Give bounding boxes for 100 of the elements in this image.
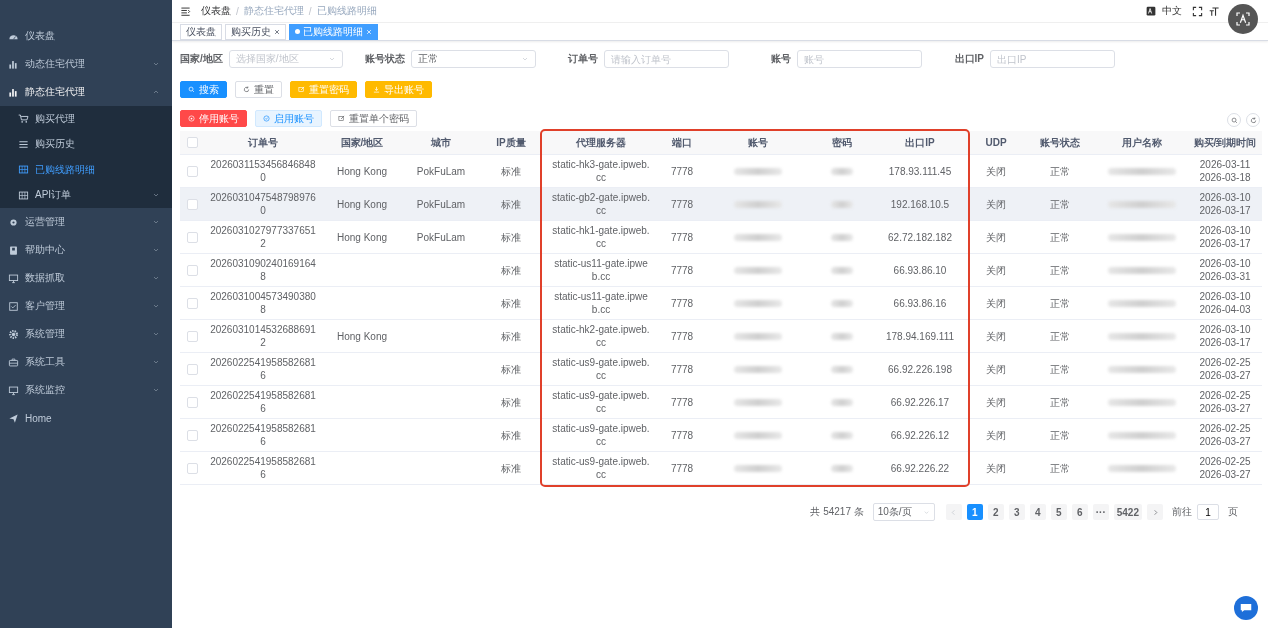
menu-item[interactable]: 系统管理 bbox=[0, 320, 172, 348]
page-button[interactable]: 3 bbox=[1008, 504, 1025, 520]
blurred-text bbox=[1108, 465, 1176, 473]
page-button[interactable]: 6 bbox=[1071, 504, 1088, 520]
breadcrumb[interactable]: 仪表盘 bbox=[201, 4, 231, 18]
blurred-text bbox=[831, 267, 853, 275]
table-row[interactable]: 20260310279773376512 Hong Kong PokFuLam 标准 static-hk1-gate.ipweb.cc 7778 62.72.182.182 关闭 正常 2026-03-10 2026-03-17 bbox=[180, 220, 1262, 254]
submenu-item[interactable]: 购买代理 bbox=[0, 106, 172, 132]
page-button[interactable]: 5 bbox=[1050, 504, 1067, 520]
page-input[interactable]: 1 bbox=[1197, 504, 1219, 520]
table-cell: 20260225419585826816 bbox=[209, 356, 317, 382]
table-cell: 20260225419585826816 bbox=[209, 422, 317, 448]
menu-icon[interactable] bbox=[180, 5, 191, 17]
table-cell: 20260311534568468480 bbox=[209, 158, 317, 184]
checkbox[interactable] bbox=[186, 265, 198, 277]
submenu-item[interactable]: API订单 bbox=[0, 182, 172, 208]
table-row[interactable]: 20260310045734903808 标准 static-us11-gate.ipweb.cc 7778 66.93.86.16 关闭 正常 2026-03-10 2026-04-03 bbox=[180, 286, 1262, 320]
checkbox[interactable] bbox=[186, 298, 198, 310]
table-cell: 7778 bbox=[670, 230, 694, 244]
chevron-icon bbox=[152, 218, 160, 226]
page-size-select[interactable]: 10条/页 bbox=[872, 503, 935, 521]
select-field[interactable]: 正常 bbox=[411, 50, 536, 68]
table-cell: 关闭 bbox=[986, 164, 1006, 178]
table-cell: 关闭 bbox=[986, 428, 1006, 442]
menu-item[interactable]: 数据抓取 bbox=[0, 264, 172, 292]
page-tab[interactable]: 仪表盘 bbox=[180, 23, 222, 40]
table-cell-text: static-us9-gate.ipweb.cc bbox=[551, 422, 651, 448]
blurred-text bbox=[831, 366, 853, 374]
page-button[interactable]: 2 bbox=[987, 504, 1004, 520]
close-icon[interactable] bbox=[274, 28, 280, 35]
chat-icon[interactable] bbox=[1234, 596, 1258, 620]
page-button[interactable]: 5422 bbox=[1113, 504, 1142, 520]
font-size-icon[interactable] bbox=[1209, 5, 1220, 17]
table-row[interactable]: 20260225419585826816 标准 static-us9-gate.ipweb.cc 7778 66.92.226.17 关闭 正常 2026-02-25 2026-03-27 bbox=[180, 385, 1262, 419]
table-cell: 178.93.111.45 bbox=[888, 164, 952, 178]
table-row[interactable]: 20260310475487989760 Hong Kong PokFuLam 标准 static-gb2-gate.ipweb.cc 7778 192.168.10.5 关闭 正常 2026-03-10 2026-03-17 bbox=[180, 187, 1262, 221]
monitor-icon bbox=[8, 272, 19, 284]
table-cell: 66.93.86.10 bbox=[893, 263, 947, 277]
page-tab[interactable]: 购买历史 bbox=[225, 23, 286, 40]
field-label: 出口IP bbox=[954, 52, 984, 66]
menu-item[interactable]: 动态住宅代理 bbox=[0, 50, 172, 78]
language-selector[interactable]: 中文 bbox=[1162, 4, 1182, 18]
table-cell: 20260310475487989760 bbox=[209, 191, 317, 217]
checkbox[interactable] bbox=[186, 166, 198, 178]
blurred-text bbox=[734, 465, 782, 473]
menu-item[interactable]: 静态住宅代理 bbox=[0, 78, 172, 106]
table-cell-text: static-gb2-gate.ipweb.cc bbox=[551, 191, 651, 217]
checkbox[interactable] bbox=[186, 232, 198, 244]
checkbox[interactable] bbox=[186, 199, 198, 211]
table-cell-text: static-us11-gate.ipweb.cc bbox=[553, 257, 649, 283]
menu-item[interactable]: 仪表盘 bbox=[0, 22, 172, 50]
menu-item[interactable]: 系统工具 bbox=[0, 348, 172, 376]
table-cell: 7778 bbox=[670, 164, 694, 178]
checkbox[interactable] bbox=[186, 397, 198, 409]
action-button[interactable]: 重置单个密码 bbox=[330, 110, 417, 127]
chevron-right-icon bbox=[1151, 508, 1159, 516]
checkbox[interactable] bbox=[186, 137, 198, 149]
blurred-text bbox=[734, 234, 782, 242]
page-button[interactable]: 4 bbox=[1029, 504, 1046, 520]
checkbox[interactable] bbox=[186, 331, 198, 343]
table-cell: 7778 bbox=[670, 428, 694, 442]
menu-item[interactable]: 系统监控 bbox=[0, 376, 172, 404]
action-button[interactable]: 重置 bbox=[235, 81, 282, 98]
fullscreen-icon[interactable] bbox=[1192, 5, 1203, 17]
bar-chart-icon bbox=[8, 58, 19, 70]
chevron-icon bbox=[152, 274, 160, 282]
menu-item[interactable]: 帮助中心 bbox=[0, 236, 172, 264]
table-row[interactable]: 20260310902401691648 标准 static-us11-gate.ipweb.cc 7778 66.93.86.10 关闭 正常 2026-03-10 2026-03-31 bbox=[180, 253, 1262, 287]
table-cell: 66.92.226.17 bbox=[890, 395, 950, 409]
column-header: 出口IP bbox=[872, 131, 968, 155]
table-row[interactable]: 20260310145326886912 Hong Kong 标准 static-hk2-gate.ipweb.cc 7778 178.94.169.111 关闭 正常 2026-03-10 2026-03-17 bbox=[180, 319, 1262, 353]
checkbox[interactable] bbox=[186, 364, 198, 376]
checkbox[interactable] bbox=[186, 463, 198, 475]
blurred-text bbox=[734, 201, 782, 209]
table-icon bbox=[18, 189, 29, 201]
checkbox[interactable] bbox=[186, 430, 198, 442]
chevron-icon bbox=[328, 55, 336, 63]
next-page-button[interactable] bbox=[1147, 504, 1163, 520]
field-label: 账号状态 bbox=[365, 52, 405, 66]
table-row[interactable]: 20260225419585826816 标准 static-us9-gate.ipweb.cc 7778 66.92.226.12 关闭 正常 2026-02-25 2026-03-27 bbox=[180, 418, 1262, 452]
search-icon bbox=[1230, 116, 1238, 124]
page-button[interactable]: ··· bbox=[1092, 504, 1109, 520]
field-label: 账号 bbox=[771, 52, 791, 66]
table-row[interactable]: 20260311534568468480 Hong Kong PokFuLam 标准 static-hk3-gate.ipweb.cc 7778 178.93.111.45 关闭 正常 2026-03-11 2026-03-18 bbox=[180, 154, 1262, 188]
briefcase-icon bbox=[8, 356, 19, 368]
chevron-icon bbox=[922, 508, 930, 516]
submenu-item[interactable]: 购买历史 bbox=[0, 131, 172, 157]
table-cell: 2026-03-10 2026-03-17 bbox=[1188, 220, 1262, 254]
refresh-button[interactable] bbox=[1246, 113, 1260, 127]
translate-icon[interactable] bbox=[1228, 4, 1258, 34]
submenu-item[interactable]: 已购线路明细 bbox=[0, 157, 172, 183]
search-button[interactable] bbox=[1227, 113, 1241, 127]
table-row[interactable]: 20260225419585826816 标准 static-us9-gate.ipweb.cc 7778 66.92.226.22 关闭 正常 2026-02-25 2026-03-27 bbox=[180, 451, 1262, 485]
table-cell: 66.92.226.198 bbox=[888, 362, 952, 376]
table-cell: 正常 bbox=[1050, 461, 1070, 475]
menu-item[interactable]: 客户管理 bbox=[0, 292, 172, 320]
menu-item[interactable]: Home bbox=[0, 404, 172, 432]
menu-item[interactable]: 运营管理 bbox=[0, 208, 172, 236]
table-row[interactable]: 20260225419585826816 标准 static-us9-gate.ipweb.cc 7778 66.92.226.198 关闭 正常 2026-02-25 2026-03-27 bbox=[180, 352, 1262, 386]
table-cell: 关闭 bbox=[986, 197, 1006, 211]
